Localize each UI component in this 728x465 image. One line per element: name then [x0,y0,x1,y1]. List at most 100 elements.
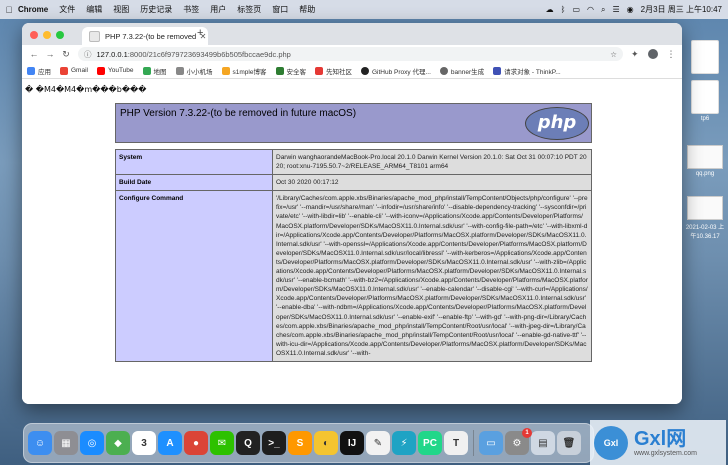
reload-icon[interactable]: ↻ [58,49,74,60]
forward-arrow-icon[interactable]: → [42,49,58,59]
menu-bar:  Chrome 文件 编辑 视图 历史记录 书签 用户 标签页 窗口 帮助 ☁… [0,0,728,19]
menu-tabs[interactable]: 标签页 [237,4,261,15]
siri-icon[interactable]: ◉ [627,5,634,14]
phpinfo-table: System Darwin wanghaorandeMacBook-Pro.lo… [115,148,592,362]
dock-trash-icon[interactable]: 🗑 [557,431,581,455]
desktop-icon-tp6[interactable]: tp6 [684,80,726,122]
dock-app-lightning-icon[interactable]: ⚡ [392,431,416,455]
menu-user[interactable]: 用户 [210,4,226,15]
back-arrow-icon[interactable]: ← [26,49,42,59]
new-tab-button[interactable]: + [197,27,203,39]
address-bar[interactable]: ⓘ 127.0.0.1 :8000/21c6f979723693499b6b50… [78,47,623,61]
dock-maps-icon[interactable]: ◆ [106,431,130,455]
file-icon [691,40,719,74]
tab-bar: PHP 7.3.22-(to be removed in f ✕ + [22,23,682,45]
bookmark-gmail[interactable]: Gmail [60,66,88,75]
bookmark-label: Gmail [71,67,88,74]
bookmark-s1mple-blog[interactable]: s1mple博客 [221,66,267,76]
control-center-icon[interactable]: ☰ [612,5,619,14]
site-info-icon[interactable]: ⓘ [84,49,92,60]
bookmark-label: 先知社区 [326,68,352,76]
bookmark-banner[interactable]: banner生成 [439,66,484,76]
menu-edit[interactable]: 编辑 [86,4,102,15]
row-key: Configure Command [115,190,273,362]
dock-system-preferences-icon[interactable]: ⚙ 1 [505,428,532,455]
bookmark-anquanke[interactable]: 安全客 [275,66,306,76]
bookmark-label: GitHub Proxy 代理... [372,68,431,76]
wifi-icon[interactable]: ◠ [587,5,594,14]
profile-avatar[interactable] [647,49,658,59]
dock-terminal-icon[interactable]: >_ [262,431,286,455]
dock-calendar-icon[interactable]: 3 [132,431,156,455]
dock-wechat-icon[interactable]: ✉ [210,431,234,455]
dock-safari-icon[interactable]: ◎ [80,431,104,455]
menu-app-name[interactable]: Chrome [18,5,48,14]
menu-help[interactable]: 帮助 [299,4,315,15]
table-row: Configure Command '/Library/Caches/com.a… [115,190,592,362]
menubar-clock[interactable]: 2月3日 周三 上午10:47 [641,4,722,15]
more-menu-icon[interactable]: ⋮ [667,49,676,60]
dock-launchpad-icon[interactable]: ▦ [54,431,78,455]
page-content: � �M4�M4�m���b��� PHP Version 7.3.22-(to… [22,79,682,404]
menu-file[interactable]: 文件 [59,4,75,15]
menu-history[interactable]: 历史记录 [140,4,172,15]
desktop-icon-label: 2021-02-03 上午10.36.17 [685,225,725,240]
menu-bookmarks[interactable]: 书签 [183,4,199,15]
garbled-output: � �M4�M4�m���b��� [25,85,147,94]
search-icon[interactable]: ⌕ [601,5,605,15]
loading-icon [439,66,448,75]
php-logo[interactable]: php [525,107,589,140]
desktop-icon-file[interactable] [684,40,726,76]
extensions-icon[interactable]: ✦ [631,49,639,60]
tab-title: PHP 7.3.22-(to be removed in f [105,31,198,41]
battery-icon[interactable]: ▭ [572,5,580,14]
dock-typora-icon[interactable]: T [444,431,468,455]
notification-badge: 1 [522,428,532,438]
dock-sublime-text-icon[interactable]: S [288,431,312,455]
url-host: 127.0.0.1 [96,49,128,59]
gear-glyph: ⚙ [512,437,522,449]
dock: ☺ ▦ ◎ ◆ 3 A ● ✉ Q >_ S ◐ IJ ✎ ⚡ PC T ▭ ⚙ 1 ▤ 🗑 [23,423,594,463]
minimize-window-button[interactable] [43,31,51,39]
zoom-window-button[interactable] [56,31,64,39]
tab-phpinfo[interactable]: PHP 7.3.22-(to be removed in f ✕ [82,27,208,45]
bookmark-xianzhi[interactable]: 先知社区 [315,66,352,76]
youtube-icon [96,66,105,75]
site-watermark: Gxl Gxl网 www.gxlsystem.com [590,420,726,465]
status-area: ☁ ᛒ ▭ ◠ ⌕ ☰ ◉ 2月3日 周三 上午10:47 [546,4,728,15]
dock-app-store-icon[interactable]: A [158,431,182,455]
bookmark-label: s1mple博客 [232,68,267,76]
dock-app-yellow-icon[interactable]: ◐ [314,431,338,455]
bookmark-thinkphp[interactable]: 请求对象 - ThinkP... [493,66,561,76]
menu-view[interactable]: 视图 [113,4,129,15]
php-version-title: PHP Version 7.3.22-(to be removed in fut… [120,108,357,119]
bookmark-star-icon[interactable]: ☆ [610,50,617,59]
dock-intellij-icon[interactable]: IJ [340,431,364,455]
blog-icon [221,66,230,75]
browser-window: PHP 7.3.22-(to be removed in f ✕ + ← → ↻… [22,23,682,404]
desktop-icon-qq-png[interactable]: qq.png [684,145,726,177]
dock-preview-icon[interactable]: ▭ [479,431,503,455]
bluetooth-icon[interactable]: ᛒ [561,5,566,14]
close-window-button[interactable] [30,31,38,39]
bookmark-apps[interactable]: 应用 [27,66,51,76]
dock-finder-window-icon[interactable]: ▤ [531,431,555,455]
document-icon [493,66,502,75]
cloud-icon[interactable]: ☁ [546,5,554,14]
dock-pycharm-icon[interactable]: PC [418,431,442,455]
bookmark-maps[interactable]: 地图 [142,66,167,76]
bookmark-github-proxy[interactable]: GitHub Proxy 代理... [361,66,431,76]
table-row: System Darwin wanghaorandeMacBook-Pro.lo… [115,148,592,176]
bookmark-label: 小小机场 [186,68,213,76]
dock-chrome-icon[interactable]: ● [184,431,208,455]
image-icon [687,145,723,169]
apple-icon[interactable]:  [0,5,18,15]
dock-qq-icon[interactable]: Q [236,431,260,455]
dock-notes-icon[interactable]: ✎ [366,431,390,455]
desktop-icon-screenshot[interactable]: 2021-02-03 上午10.36.17 [684,196,726,240]
bookmark-airport[interactable]: 小小机场 [175,66,213,76]
apps-grid-icon [27,66,35,75]
bookmark-youtube[interactable]: YouTube [96,66,134,75]
dock-finder-icon[interactable]: ☺ [28,431,52,455]
menu-window[interactable]: 窗口 [272,4,288,15]
